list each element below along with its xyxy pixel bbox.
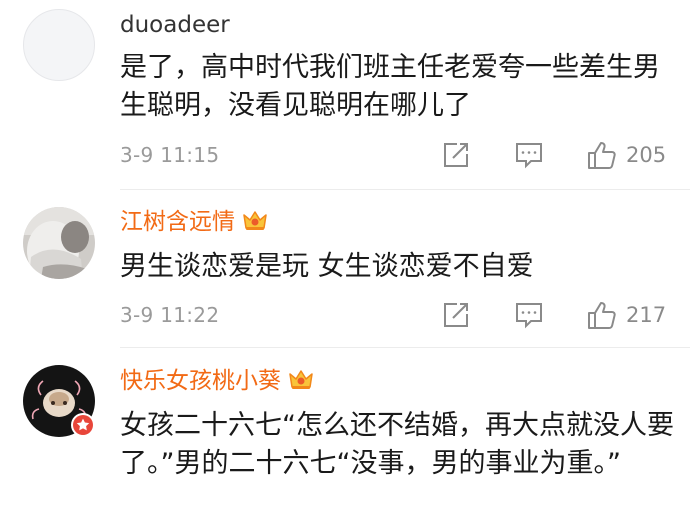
comment-meta: 3-9 11:22 217 <box>0 299 690 331</box>
vip-crown-icon <box>241 209 269 240</box>
comment-text: 男生谈恋爱是玩 女生谈恋爱不自爱 <box>120 251 534 282</box>
reply-button[interactable] <box>514 299 544 331</box>
username[interactable]: duoadeer <box>120 11 230 39</box>
like-icon <box>588 302 616 329</box>
share-icon <box>444 143 468 167</box>
like-count: 205 <box>626 143 667 167</box>
username[interactable]: 江树含远情 <box>120 208 269 240</box>
divider <box>120 347 690 348</box>
comment-meta: 3-9 11:15 205 <box>0 139 690 171</box>
comment-text: 女孩二十六七“怎么还不结婚，再大点就没人要了。”男的二十六七“没事，男的事业为重… <box>120 410 674 479</box>
username[interactable]: 快乐女孩桃小葵 <box>120 367 315 399</box>
avatar[interactable] <box>23 207 95 279</box>
reply-button[interactable] <box>514 139 544 171</box>
username-text: 快乐女孩桃小葵 <box>120 368 281 394</box>
username-text: 江树含远情 <box>120 209 235 235</box>
reply-icon <box>516 303 542 329</box>
share-button[interactable] <box>441 139 471 171</box>
comment-text: 是了，高中时代我们班主任老爱夸一些差生男生聪明，没看见聪明在哪儿了 <box>120 52 660 121</box>
like-count: 217 <box>626 303 667 327</box>
like-button[interactable]: 217 <box>586 299 666 331</box>
divider <box>120 189 690 190</box>
like-button[interactable]: 205 <box>586 139 666 171</box>
share-button[interactable] <box>441 299 471 331</box>
reply-icon <box>516 143 542 169</box>
vip-crown-icon <box>287 368 315 399</box>
timestamp: 3-9 11:22 <box>120 303 220 327</box>
like-icon <box>588 142 616 169</box>
verified-badge-icon <box>71 413 95 437</box>
timestamp: 3-9 11:15 <box>120 143 220 167</box>
share-icon <box>444 303 468 327</box>
avatar[interactable] <box>23 9 95 81</box>
